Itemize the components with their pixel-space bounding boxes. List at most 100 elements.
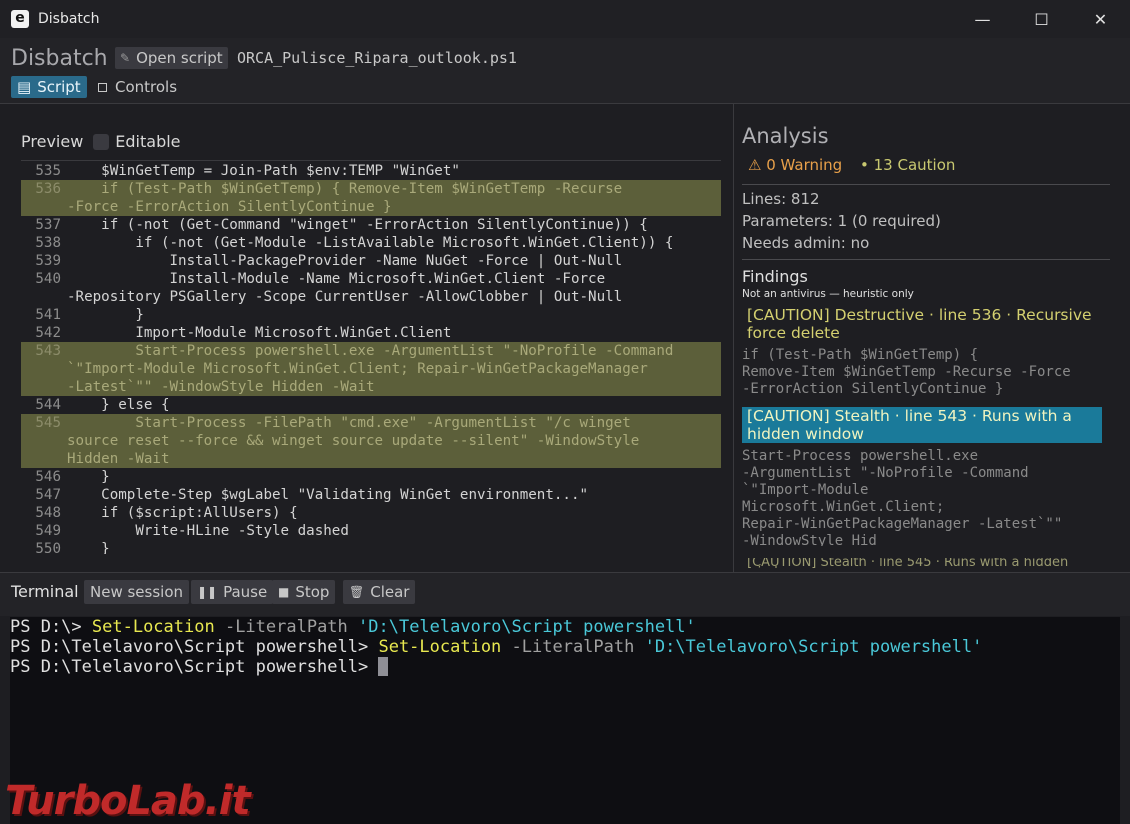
admin-stat: Needs admin: no xyxy=(742,234,870,252)
findings-note: Not an antivirus — heuristic only xyxy=(742,288,914,300)
line-text: Write-HLine -Style dashed xyxy=(67,523,349,539)
file-name: ORCA_Pulisce_Ripara_outlook.ps1 xyxy=(237,49,517,67)
line-text: if (-not (Get-Command "winget" -ErrorAct… xyxy=(67,217,648,233)
line-text: Start-Process -FilePath "cmd.exe" -Argum… xyxy=(67,415,631,431)
tab-script[interactable]: ▤ Script xyxy=(11,76,87,98)
code-line: 549 Write-HLine -Style dashed xyxy=(21,522,721,540)
stop-label: Stop xyxy=(295,583,330,601)
parameters-stat: Parameters: 1 (0 required) xyxy=(742,212,941,230)
maximize-icon: ☐ xyxy=(1034,9,1049,29)
code-line: 550 } xyxy=(21,540,721,554)
line-text: if ($script:AllUsers) { xyxy=(67,505,298,521)
line-text: `"Import-Module Microsoft.WinGet.Client;… xyxy=(67,361,648,377)
line-text: } xyxy=(67,307,144,323)
terminal-label: Terminal xyxy=(11,582,79,601)
line-number: 539 xyxy=(35,253,61,269)
line-number: 535 xyxy=(35,163,61,179)
editable-checkbox[interactable] xyxy=(93,133,110,150)
line-number: 543 xyxy=(35,343,61,359)
app-icon: e xyxy=(11,10,29,28)
line-number: 540 xyxy=(35,271,61,287)
code-line: 548 if ($script:AllUsers) { xyxy=(21,504,721,522)
code-line: -Force -ErrorAction SilentlyContinue } xyxy=(21,198,721,216)
warning-count: ⚠ 0 Warning xyxy=(748,156,843,174)
stop-icon: ■ xyxy=(278,585,290,599)
tab-script-label: Script xyxy=(37,78,81,96)
pause-label: Pause xyxy=(223,583,268,601)
code-line: 540 Install-Module -Name Microsoft.WinGe… xyxy=(21,270,721,288)
close-button[interactable]: ✕ xyxy=(1071,0,1130,38)
code-line: -Latest`"" -WindowStyle Hidden -Wait xyxy=(21,378,721,396)
findings-title: Findings xyxy=(742,267,808,286)
preview-pane: Preview Editable 535 $WinGetTemp = Join-… xyxy=(0,104,733,572)
pause-icon: ❚❚ xyxy=(197,585,218,599)
line-text: -Force -ErrorAction SilentlyContinue } xyxy=(67,199,392,215)
code-line: 544 } else { xyxy=(21,396,721,414)
line-number: 549 xyxy=(35,523,61,539)
code-line: 539 Install-PackageProvider -Name NuGet … xyxy=(21,252,721,270)
trash-icon: 🗑 xyxy=(349,585,365,599)
line-text: } xyxy=(67,541,110,554)
window-title: Disbatch xyxy=(38,11,100,27)
terminal-toolbar: Terminal New session ❚❚ Pause ■ Stop 🗑 C… xyxy=(0,572,1130,616)
app-name: Disbatch xyxy=(11,46,108,71)
line-number: 544 xyxy=(35,397,61,413)
code-line: Hidden -Wait xyxy=(21,450,721,468)
finding-title[interactable]: [CAUTION] Destructive · line 536 · Recur… xyxy=(742,306,1102,342)
analysis-pane: Analysis ⚠ 0 Warning • 13 Caution Lines:… xyxy=(734,104,1130,572)
window-controls: — ☐ ✕ xyxy=(953,0,1130,38)
stop-button[interactable]: ■ Stop xyxy=(272,580,336,604)
line-text: if (-not (Get-Module -ListAvailable Micr… xyxy=(67,235,674,251)
line-number: 548 xyxy=(35,505,61,521)
editable-label: Editable xyxy=(115,132,181,151)
code-line: 546 } xyxy=(21,468,721,486)
finding-code: Start-Process powershell.exe -ArgumentLi… xyxy=(742,448,1063,546)
code-line: 537 if (-not (Get-Command "winget" -Erro… xyxy=(21,216,721,234)
line-number: 546 xyxy=(35,469,61,485)
line-text: if (Test-Path $WinGetTemp) { Remove-Item… xyxy=(67,181,623,197)
code-line: 542 Import-Module Microsoft.WinGet.Clien… xyxy=(21,324,721,342)
code-line: 536 if (Test-Path $WinGetTemp) { Remove-… xyxy=(21,180,721,198)
maximize-button[interactable]: ☐ xyxy=(1012,0,1071,38)
minimize-icon: — xyxy=(974,9,991,29)
code-line: -Repository PSGallery -Scope CurrentUser… xyxy=(21,288,721,306)
finding-code: if (Test-Path $WinGetTemp) { Remove-Item… xyxy=(742,347,1071,397)
line-number: 537 xyxy=(35,217,61,233)
minimize-button[interactable]: — xyxy=(953,0,1012,38)
line-number: 538 xyxy=(35,235,61,251)
code-line: 547 Complete-Step $wgLabel "Validating W… xyxy=(21,486,721,504)
app-header: Disbatch ✎ Open script ORCA_Pulisce_Ripa… xyxy=(0,38,1130,104)
terminal-line: PS D:\> Set-Location -LiteralPath 'D:\Te… xyxy=(10,617,696,637)
line-text: -Latest`"" -WindowStyle Hidden -Wait xyxy=(67,379,375,395)
line-text: Install-PackageProvider -Name NuGet -For… xyxy=(67,253,623,269)
pause-button[interactable]: ❚❚ Pause xyxy=(191,580,274,604)
code-view[interactable]: 535 $WinGetTemp = Join-Path $env:TEMP "W… xyxy=(21,162,721,554)
code-line: 545 Start-Process -FilePath "cmd.exe" -A… xyxy=(21,414,721,432)
line-number: 550 xyxy=(35,541,61,554)
divider xyxy=(742,259,1110,260)
code-line: 541 } xyxy=(21,306,721,324)
line-number: 542 xyxy=(35,325,61,341)
tab-controls[interactable]: Controls xyxy=(98,76,177,98)
line-text: } xyxy=(67,469,110,485)
line-text: Install-Module -Name Microsoft.WinGet.Cl… xyxy=(67,271,606,287)
lines-stat: Lines: 812 xyxy=(742,190,820,208)
line-number: 541 xyxy=(35,307,61,323)
line-text: Complete-Step $wgLabel "Validating WinGe… xyxy=(67,487,589,503)
line-number: 536 xyxy=(35,181,61,197)
caution-count: • 13 Caution xyxy=(860,156,956,174)
code-line: 538 if (-not (Get-Module -ListAvailable … xyxy=(21,234,721,252)
clear-button[interactable]: 🗑 Clear xyxy=(343,580,416,604)
title-bar: e Disbatch — ☐ ✕ xyxy=(0,0,1130,38)
open-script-label: Open script xyxy=(136,49,223,67)
finding-title[interactable]: [CAUTION] Stealth · line 545 · Runs with… xyxy=(742,558,1102,568)
new-session-button[interactable]: New session xyxy=(84,580,190,604)
finding-title-selected[interactable]: [CAUTION] Stealth · line 543 · Runs with… xyxy=(742,407,1102,443)
terminal-line: PS D:\Telelavoro\Script powershell> Set-… xyxy=(10,637,983,657)
line-text: Import-Module Microsoft.WinGet.Client xyxy=(67,325,452,341)
new-session-label: New session xyxy=(90,583,184,601)
divider xyxy=(742,184,1110,185)
open-file-icon: ✎ xyxy=(120,51,131,65)
open-script-button[interactable]: ✎ Open script xyxy=(115,47,228,69)
line-text: $WinGetTemp = Join-Path $env:TEMP "WinGe… xyxy=(67,163,460,179)
